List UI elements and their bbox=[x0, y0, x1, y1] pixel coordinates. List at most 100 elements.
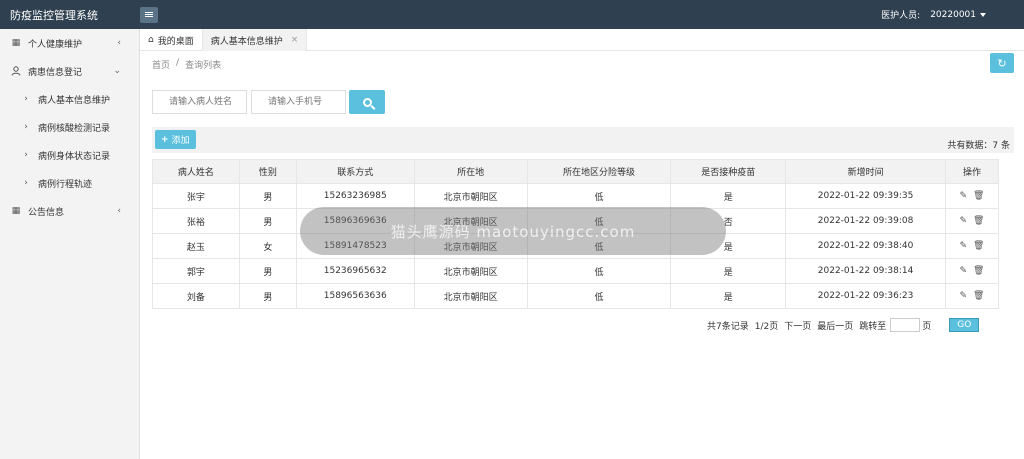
delete-icon[interactable]: 🗑 bbox=[973, 216, 984, 226]
col-vaccinated: 是否接种疫苗 bbox=[670, 159, 787, 184]
cell-actions: ✎ 🗑 bbox=[944, 258, 1000, 284]
cell-location: 北京市朝阳区 bbox=[413, 183, 528, 209]
cell-phone: 15236965632 bbox=[295, 258, 415, 284]
hamburger-icon bbox=[145, 14, 153, 15]
cell-actions: ✎ 🗑 bbox=[944, 283, 1000, 309]
person-icon bbox=[10, 66, 22, 76]
toolbar bbox=[152, 127, 1014, 153]
cell-gender: 男 bbox=[238, 183, 297, 209]
refresh-button[interactable]: ↻ bbox=[990, 53, 1014, 73]
cell-vaccinated: 是 bbox=[670, 258, 787, 284]
page-jump-input[interactable] bbox=[890, 318, 921, 332]
patient-name-input[interactable] bbox=[152, 90, 247, 114]
edit-icon[interactable]: ✎ bbox=[960, 291, 968, 301]
cell-actions: ✎ 🗑 bbox=[944, 208, 1000, 234]
delete-icon[interactable]: 🗑 bbox=[973, 266, 984, 276]
edit-icon[interactable]: ✎ bbox=[960, 241, 968, 251]
sidebar-item-body-status[interactable]: › 病例身体状态记录 bbox=[0, 141, 139, 169]
search-button[interactable] bbox=[349, 90, 385, 114]
chevron-down-icon: ⌄ bbox=[113, 66, 121, 76]
refresh-icon: ↻ bbox=[997, 56, 1007, 70]
app-title: 防疫监控管理系统 bbox=[10, 8, 98, 22]
cell-actions: ✎ 🗑 bbox=[944, 183, 1000, 209]
sidebar-item-patient-info[interactable]: › 病人基本信息维护 bbox=[0, 85, 139, 113]
menu-toggle-button[interactable] bbox=[140, 6, 158, 23]
sidebar-item-health[interactable]: ▦ 个人健康维护 ‹ bbox=[0, 29, 139, 57]
chevron-right-icon: › bbox=[24, 94, 28, 104]
breadcrumb: 首页 / 查询列表 bbox=[152, 58, 221, 71]
sidebar: ▦ 个人健康维护 ‹ 病患信息登记 ⌄ › 病人基本信息维护 › 病例核酸检测记… bbox=[0, 29, 140, 459]
pager-jump-label: 跳转至 bbox=[859, 321, 887, 332]
table-row: 张宇 男 15263236985 北京市朝阳区 低 是 2022-01-22 0… bbox=[152, 183, 1000, 209]
cell-vaccinated: 是 bbox=[670, 183, 787, 209]
pager-next[interactable]: 下一页 bbox=[784, 319, 811, 332]
chevron-right-icon: › bbox=[24, 150, 28, 160]
edit-icon[interactable]: ✎ bbox=[960, 266, 968, 276]
sidebar-item-trajectory[interactable]: › 病例行程轨迹 bbox=[0, 169, 139, 197]
breadcrumb-home[interactable]: 首页 bbox=[152, 58, 170, 71]
sidebar-item-patient-register[interactable]: 病患信息登记 ⌄ bbox=[0, 57, 139, 85]
cell-name: 张裕 bbox=[152, 208, 240, 234]
cell-gender: 男 bbox=[238, 258, 297, 284]
breadcrumb-separator: / bbox=[176, 58, 180, 68]
cell-location: 北京市朝阳区 bbox=[413, 258, 528, 284]
cell-time: 2022-01-22 09:39:35 bbox=[785, 183, 946, 209]
search-icon bbox=[362, 97, 372, 107]
col-phone: 联系方式 bbox=[295, 159, 415, 184]
col-name: 病人姓名 bbox=[152, 159, 240, 184]
go-button[interactable]: GO bbox=[949, 318, 980, 332]
breadcrumb-current: 查询列表 bbox=[185, 61, 222, 71]
home-icon: ⌂ bbox=[148, 35, 154, 45]
col-gender: 性别 bbox=[238, 159, 297, 184]
table-row: 刘备 男 15896563636 北京市朝阳区 低 是 2022-01-22 0… bbox=[152, 283, 1000, 309]
tab-bar: ⌂ 我的桌面 病人基本信息维护 × bbox=[140, 29, 1024, 51]
cell-risk: 低 bbox=[526, 258, 672, 284]
table-row: 郭宇 男 15236965632 北京市朝阳区 低 是 2022-01-22 0… bbox=[152, 258, 1000, 284]
chevron-right-icon: › bbox=[24, 178, 28, 188]
cell-actions: ✎ 🗑 bbox=[944, 233, 1000, 259]
sidebar-item-nucleic-test[interactable]: › 病例核酸检测记录 bbox=[0, 113, 139, 141]
cell-name: 刘备 bbox=[152, 283, 240, 309]
cell-vaccinated: 是 bbox=[670, 283, 787, 309]
grid-icon: ▦ bbox=[11, 206, 21, 216]
col-risk-level: 所在地区分险等级 bbox=[526, 159, 672, 184]
user-menu[interactable]: 医护人员: 20220001 bbox=[881, 8, 986, 21]
tab-desktop[interactable]: ⌂ 我的桌面 bbox=[140, 29, 203, 51]
edit-icon[interactable]: ✎ bbox=[960, 216, 968, 226]
user-label: 医护人员: bbox=[881, 11, 921, 21]
pager-records: 共7条记录 bbox=[707, 321, 749, 332]
edit-icon[interactable]: ✎ bbox=[960, 191, 968, 201]
cell-gender: 女 bbox=[238, 233, 297, 259]
top-bar: 防疫监控管理系统 医护人员: 20220001 bbox=[0, 0, 1024, 29]
cell-risk: 低 bbox=[526, 183, 672, 209]
cell-time: 2022-01-22 09:36:23 bbox=[785, 283, 946, 309]
cell-time: 2022-01-22 09:39:08 bbox=[785, 208, 946, 234]
cell-name: 张宇 bbox=[152, 183, 240, 209]
delete-icon[interactable]: 🗑 bbox=[973, 241, 984, 251]
caret-down-icon bbox=[980, 12, 986, 17]
cell-risk: 低 bbox=[526, 283, 672, 309]
cell-time: 2022-01-22 09:38:40 bbox=[785, 233, 946, 259]
col-actions: 操作 bbox=[944, 159, 1000, 184]
pagination: 共7条记录 1/2页 下一页 最后一页 跳转至 页 GO bbox=[707, 318, 980, 332]
pager-page-unit: 页 bbox=[922, 321, 932, 332]
sidebar-item-announcements[interactable]: ▦ 公告信息 ‹ bbox=[0, 197, 139, 225]
user-id: 20220001 bbox=[930, 10, 986, 20]
pager-last[interactable]: 最后一页 bbox=[817, 319, 853, 332]
pager-page: 1/2页 bbox=[754, 321, 779, 332]
cell-gender: 男 bbox=[238, 208, 297, 234]
delete-icon[interactable]: 🗑 bbox=[973, 291, 984, 301]
total-count: 共有数据：7 条 bbox=[947, 141, 1010, 151]
tab-patient-info[interactable]: 病人基本信息维护 × bbox=[202, 29, 308, 51]
col-location: 所在地 bbox=[413, 159, 528, 184]
table-header-row: 病人姓名 性别 联系方式 所在地 所在地区分险等级 是否接种疫苗 新增时间 操作 bbox=[152, 159, 1000, 184]
phone-input[interactable] bbox=[251, 90, 346, 114]
watermark-banner: 猫头鹰源码 maotouyingcc.com bbox=[300, 207, 726, 255]
close-icon[interactable]: × bbox=[291, 35, 299, 45]
delete-icon[interactable]: 🗑 bbox=[973, 191, 984, 201]
cell-gender: 男 bbox=[238, 283, 297, 309]
calendar-icon: ▦ bbox=[11, 38, 21, 48]
chevron-left-icon: ‹ bbox=[117, 206, 121, 216]
cell-time: 2022-01-22 09:38:14 bbox=[785, 258, 946, 284]
add-button[interactable]: + 添加 bbox=[155, 130, 196, 149]
